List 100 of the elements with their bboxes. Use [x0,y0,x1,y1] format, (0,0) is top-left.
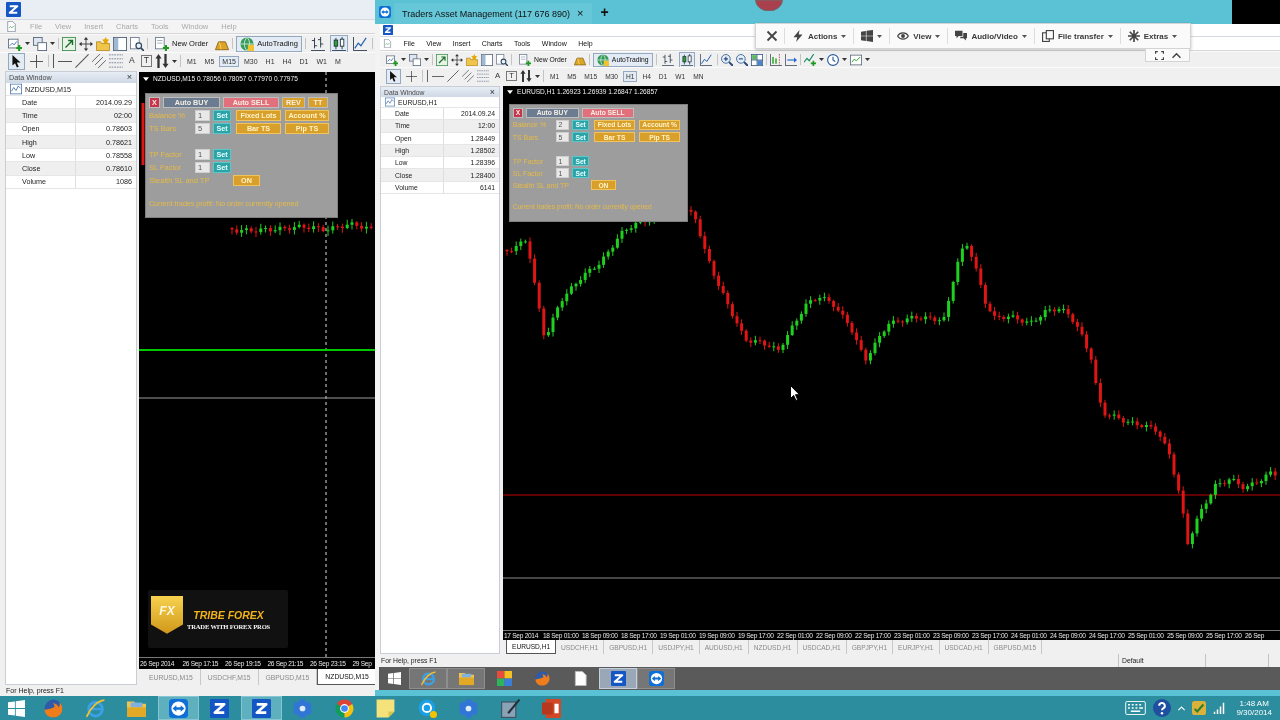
app-logo-icon[interactable] [251,698,271,718]
grid-icon[interactable] [750,53,763,66]
toolbar-menu-button[interactable]: Actions [784,28,854,44]
slides-icon[interactable] [542,698,562,718]
folder-star-icon[interactable] [96,36,110,51]
windows-logo-icon[interactable] [387,672,401,685]
segmented-circle-icon[interactable] [334,698,354,718]
app-logo-icon[interactable] [6,2,21,17]
folder-star-icon[interactable] [466,53,478,66]
caret-icon[interactable] [424,58,429,61]
label-tool-button[interactable]: T [140,55,152,67]
taskbar-app-button[interactable] [637,668,675,689]
keyboard-icon[interactable] [1125,701,1147,715]
box-arrow-icon[interactable] [436,53,448,66]
toolbar-menu-button[interactable]: Audio/Video [947,28,1034,44]
up-down-arrows-icon[interactable] [519,70,532,82]
dropdown-triangle-icon[interactable] [143,76,149,81]
caret-icon[interactable] [841,58,847,61]
new-tab-button[interactable]: + [600,5,609,19]
text-tool-button[interactable]: A [126,55,138,67]
window-stack-icon[interactable] [409,53,421,66]
caret-icon[interactable] [818,58,824,61]
clock-date[interactable]: 9/30/2014 [1236,708,1272,718]
pen-tablet-icon[interactable] [500,698,520,718]
trend-line-icon[interactable] [447,70,459,82]
caret-icon[interactable] [401,58,406,61]
side-panel-icon[interactable] [481,53,493,66]
app-logo-icon[interactable] [610,671,626,686]
close-button[interactable]: × [489,87,495,97]
up-down-arrows-icon[interactable] [154,54,169,68]
sticky-note-icon[interactable] [376,698,396,718]
flower-icon[interactable] [293,698,313,718]
taskbar-app-button[interactable] [157,696,199,720]
trend-line-icon[interactable] [75,54,89,68]
globe-icon[interactable] [596,53,609,66]
app-logo-icon[interactable] [210,698,230,718]
fox-globe-icon[interactable] [534,671,550,686]
mosaic-icon[interactable] [496,671,512,686]
lightning-icon[interactable] [792,30,804,42]
window-stack-icon[interactable] [33,36,47,51]
toolbar-menu-button[interactable]: Extras [1119,28,1185,44]
clock-time[interactable]: 1:48 AM [1239,698,1269,708]
document-search-icon[interactable] [130,36,144,51]
caret-icon[interactable] [171,59,177,63]
horizontal-line-icon[interactable] [58,59,72,63]
double-arrow-icon[interactable] [648,671,664,686]
document-search-icon[interactable] [496,53,508,66]
zoom-in-icon[interactable] [720,53,733,66]
help-icon[interactable] [1153,699,1172,717]
toolbar-menu-button[interactable]: View [889,28,948,44]
folder-icon[interactable] [458,671,474,686]
flower-icon[interactable] [459,698,479,718]
caret-icon[interactable] [864,58,870,61]
vertical-line-icon[interactable] [52,54,55,68]
vertical-line-icon[interactable] [426,70,429,82]
clock-icon[interactable] [826,53,839,66]
zoom-out-icon[interactable] [735,53,748,66]
double-arrow-icon[interactable] [379,6,391,18]
move-arrows-icon[interactable] [451,53,463,66]
caret-icon[interactable] [25,42,30,45]
toolbar-menu-button[interactable]: File transfer [1033,28,1120,44]
fullscreen-icon[interactable] [1154,50,1164,60]
mouse-cursor-icon [790,385,800,401]
logo-name: TRIBE FOREX [193,608,264,621]
chart-shift-icon[interactable] [769,53,782,66]
windows-logo-icon[interactable] [861,30,874,42]
close-button[interactable]: × [577,8,584,19]
taskbar-app-button[interactable] [240,696,282,720]
page-icon[interactable] [572,671,588,686]
chart-plus-icon[interactable] [8,36,22,51]
chart-scroll-icon[interactable] [784,53,797,66]
eye-icon[interactable] [897,30,910,42]
chat-icon[interactable] [955,30,968,42]
template-icon[interactable] [849,53,862,66]
globe-icon[interactable] [240,36,255,51]
close-button[interactable]: × [126,72,132,83]
files-icon[interactable] [1041,30,1054,42]
channel-icon[interactable] [92,54,106,68]
move-arrows-icon[interactable] [79,36,93,51]
session-tab[interactable]: Traders Asset Management (117 676 890) × [394,3,592,24]
taskbar-app-button[interactable] [599,668,637,689]
ring-swoosh-icon[interactable] [420,671,436,686]
caret-icon[interactable] [50,42,55,45]
side-panel-icon[interactable] [113,36,127,51]
double-arrow-icon[interactable] [168,698,188,718]
channel-icon[interactable] [462,70,474,82]
caret-icon[interactable] [534,74,540,78]
horizontal-line-icon[interactable] [432,74,444,78]
check-tile-icon[interactable] [1192,701,1207,715]
ring-dot-icon[interactable] [417,698,437,718]
close-icon[interactable] [766,30,778,42]
box-arrow-icon[interactable] [62,36,76,51]
chevron-up-icon[interactable] [1171,50,1181,60]
chart-plus-icon[interactable] [386,53,398,66]
document-plus-icon[interactable] [155,36,169,51]
app-logo-icon[interactable] [383,25,393,35]
signal-icon[interactable] [1213,702,1226,714]
document-plus-icon[interactable] [519,53,531,66]
asterisk-icon[interactable] [1127,30,1140,42]
dropdown-triangle-icon[interactable] [507,89,513,94]
